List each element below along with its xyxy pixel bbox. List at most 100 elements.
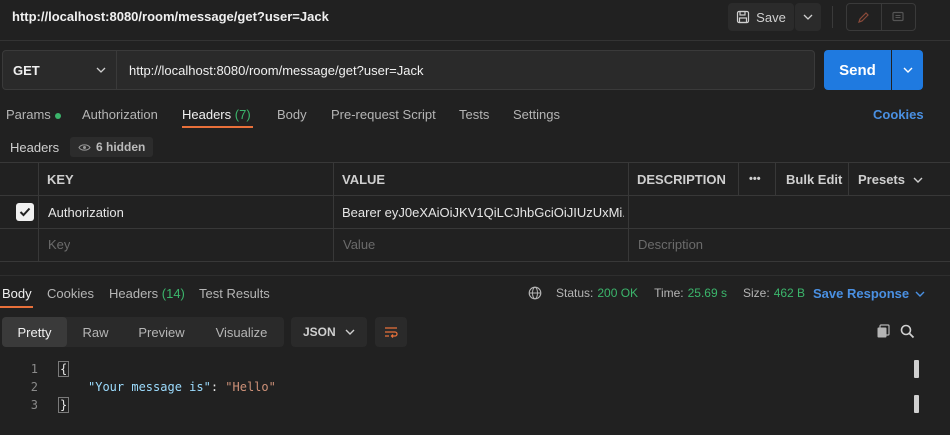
table-row-border [0, 228, 950, 229]
column-value: VALUE [342, 172, 386, 187]
view-raw-button[interactable]: Raw [67, 317, 124, 347]
tab-tests[interactable]: Tests [459, 107, 489, 122]
status-label: Status: [556, 286, 594, 300]
response-tab-headers[interactable]: Headers (14) [109, 286, 185, 301]
response-tab-underline [0, 306, 33, 308]
json-colon: : [210, 380, 226, 394]
comment-button[interactable] [882, 4, 916, 30]
save-button[interactable]: Save [728, 3, 794, 31]
more-options-button[interactable]: ••• [749, 173, 761, 185]
save-response-button[interactable]: Save Response [813, 286, 925, 301]
tab-prerequest[interactable]: Pre-request Script [331, 107, 436, 122]
copy-button[interactable] [876, 324, 891, 342]
edit-button[interactable] [847, 4, 882, 30]
column-key: KEY [47, 172, 74, 187]
table-header-border [0, 195, 950, 196]
header-key-cell[interactable]: Authorization [48, 205, 328, 220]
cookies-link[interactable]: Cookies [873, 107, 924, 122]
tool-group [846, 3, 916, 31]
scrollbar-thumb[interactable] [914, 360, 919, 378]
tab-body[interactable]: Body [277, 107, 307, 122]
code-close-brace: } [58, 397, 70, 413]
chevron-down-icon [915, 291, 925, 297]
view-preview-button[interactable]: Preview [124, 317, 199, 347]
presets-dropdown[interactable]: Presets [858, 172, 923, 187]
response-tab-cookies[interactable]: Cookies [47, 286, 94, 301]
wrap-lines-button[interactable] [375, 317, 407, 347]
send-dropdown-button[interactable] [892, 50, 923, 90]
chevron-down-icon [903, 67, 912, 73]
format-select[interactable]: JSON [291, 317, 367, 347]
view-visualize-button[interactable]: Visualize [199, 317, 284, 347]
chevron-down-icon [345, 329, 355, 335]
scrollbar-thumb[interactable] [914, 395, 919, 413]
tab-params[interactable]: Params [6, 107, 61, 122]
hidden-headers-toggle[interactable]: 6 hidden [70, 137, 154, 157]
new-value-input[interactable]: Value [343, 237, 375, 252]
time-label: Time: [654, 286, 684, 300]
bulk-edit-button[interactable]: Bulk Edit [786, 172, 842, 187]
close-brace: } [58, 397, 70, 413]
new-key-input[interactable]: Key [48, 237, 70, 252]
line-number: 1 [30, 362, 38, 376]
response-tab-headers-label: Headers [109, 286, 159, 301]
tab-params-label: Params [6, 107, 51, 122]
table-col-sep [38, 162, 39, 261]
time-value[interactable]: 25.69 s [688, 286, 727, 300]
table-col-sep [628, 162, 629, 261]
chevron-down-icon [913, 177, 923, 183]
table-top-border [0, 162, 950, 163]
chevron-down-icon [803, 14, 813, 20]
header-value-cell[interactable]: Bearer eyJ0eXAiOiJKV1QiLCJhbGciOiJIUzUxM… [342, 205, 624, 220]
json-key: "Your message is" [88, 380, 211, 394]
save-dropdown-button[interactable] [795, 3, 821, 31]
copy-icon [877, 324, 890, 338]
response-tab-test-results[interactable]: Test Results [199, 286, 270, 301]
table-col-sep [775, 162, 776, 195]
search-button[interactable] [900, 324, 915, 342]
tab-headers-count: (7) [234, 107, 251, 122]
save-response-label: Save Response [813, 286, 910, 301]
view-mode-group: Pretty Raw Preview Visualize [2, 317, 284, 347]
table-col-sep [333, 162, 334, 261]
chevron-down-icon [96, 67, 106, 73]
pencil-icon [857, 12, 869, 23]
tab-settings[interactable]: Settings [513, 107, 560, 122]
request-title[interactable]: http://localhost:8080/room/message/get?u… [12, 9, 329, 24]
size-label: Size: [743, 286, 770, 300]
tab-authorization[interactable]: Authorization [82, 107, 158, 122]
method-value: GET [13, 62, 40, 78]
column-description: DESCRIPTION [637, 172, 726, 187]
table-col-sep [848, 162, 849, 195]
size-value[interactable]: 462 B [774, 286, 805, 300]
table-col-sep [738, 162, 739, 195]
response-tab-body[interactable]: Body [2, 286, 32, 301]
save-icon [737, 10, 750, 24]
presets-label: Presets [858, 172, 905, 187]
headers-section-label: Headers [10, 140, 60, 155]
comment-icon [892, 11, 904, 22]
tab-headers[interactable]: Headers (7) [182, 107, 251, 122]
table-bottom-border [0, 261, 950, 262]
new-description-input[interactable]: Description [638, 237, 703, 252]
url-input[interactable]: http://localhost:8080/room/message/get?u… [117, 50, 815, 90]
header-enabled-checkbox[interactable] [16, 203, 34, 221]
active-tab-underline [182, 126, 253, 128]
line-number: 3 [30, 398, 38, 412]
tab-headers-label: Headers [182, 107, 232, 122]
send-button[interactable]: Send [824, 50, 891, 90]
check-icon [19, 207, 31, 217]
response-headers-count: (14) [161, 286, 185, 301]
search-icon [900, 324, 915, 339]
open-brace: { [58, 361, 70, 377]
response-divider [0, 275, 950, 276]
line-number: 2 [30, 380, 38, 394]
method-select[interactable]: GET [2, 50, 117, 90]
view-pretty-button[interactable]: Pretty [2, 317, 67, 347]
status-value[interactable]: 200 OK [597, 286, 638, 300]
eye-icon [78, 143, 91, 151]
toolbar-separator [832, 6, 833, 28]
request-tabs: Params Authorization Headers (7) Body Pr… [0, 107, 950, 131]
title-divider [0, 40, 950, 41]
response-meta: Status: 200 OK Time: 25.69 s Size: 462 B [528, 286, 805, 300]
